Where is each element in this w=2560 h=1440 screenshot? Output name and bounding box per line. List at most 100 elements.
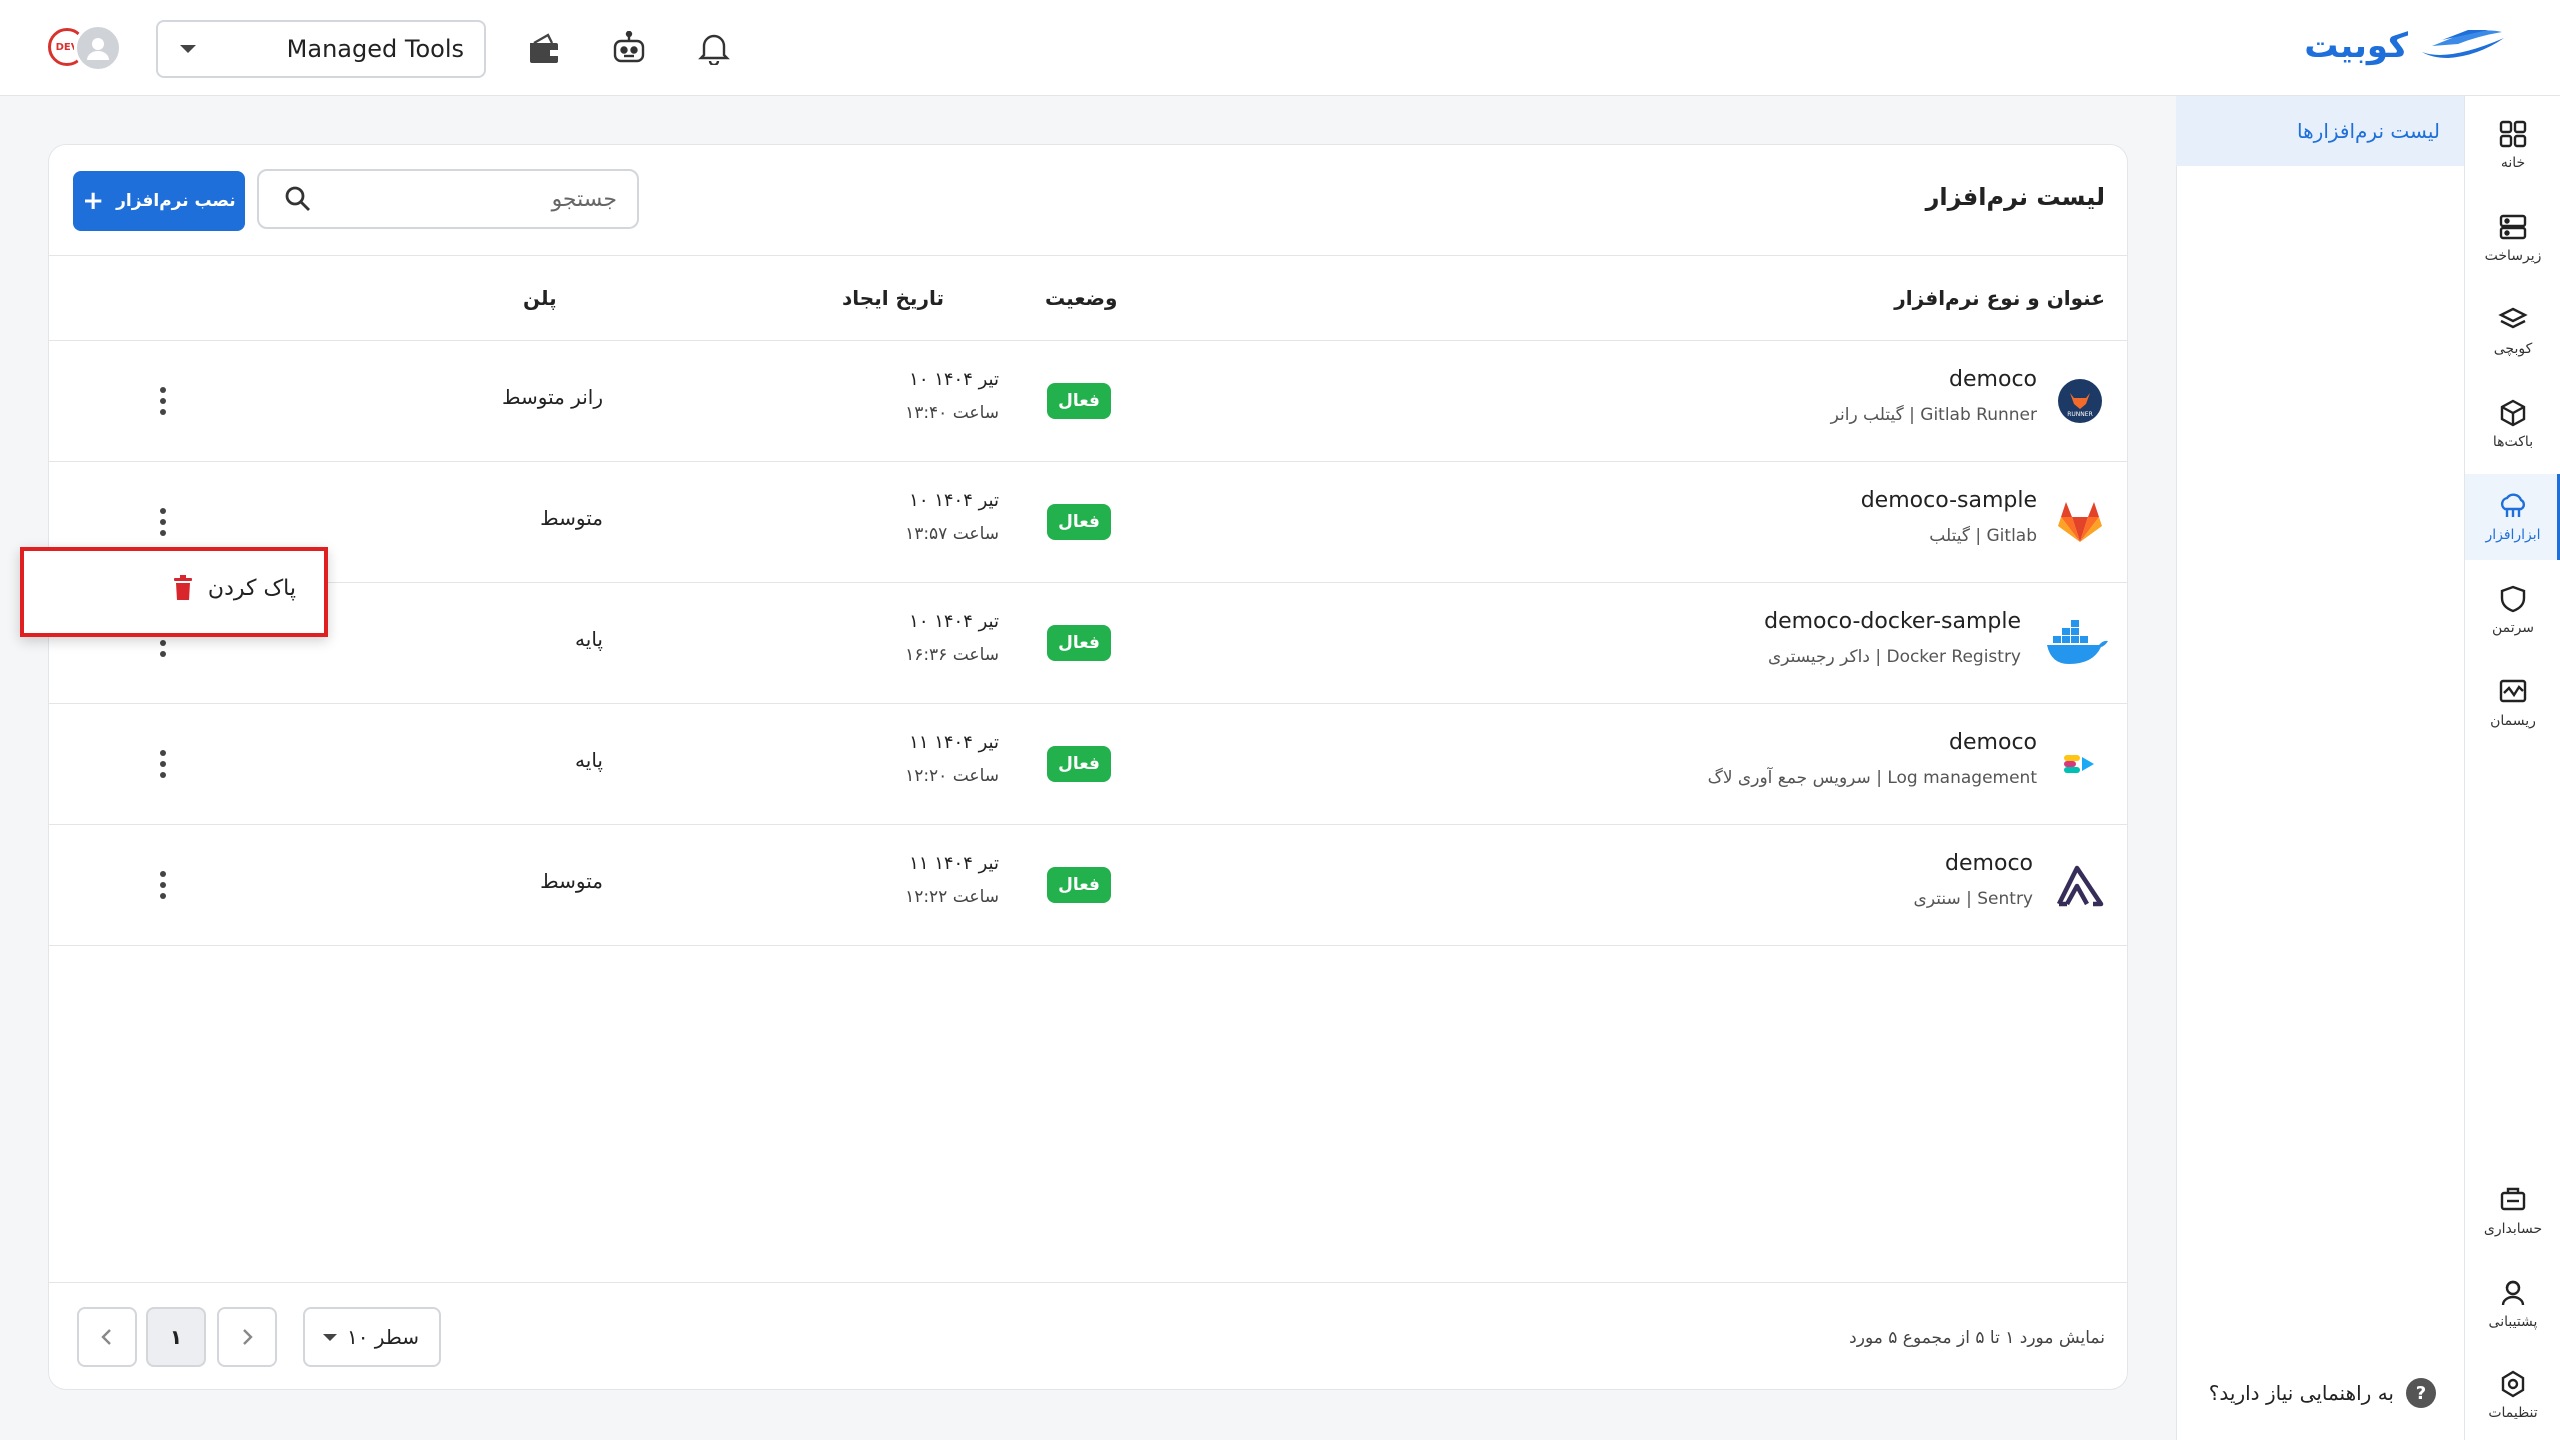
grid-icon [2499,120,2527,148]
install-software-button[interactable]: + نصب نرم‌افزار [73,171,245,231]
software-name[interactable]: democo [1949,730,2037,755]
software-name[interactable]: democo-docker-sample [1764,609,2021,634]
plan-value: متوسط [540,869,603,893]
table-row[interactable]: democo سنتری | Sentry فعال ۱۱ تیر ۱۴۰۴ س… [49,825,2127,946]
software-list-card: لیست نرم‌افزار + نصب نرم‌افزار عنوان و ن… [48,144,2128,1390]
prev-page-button[interactable] [77,1307,137,1367]
nav-item-infrastructure[interactable]: زیرساخت [2465,195,2560,281]
user-menu[interactable]: DEV [48,24,124,72]
chevron-down-icon [180,45,196,53]
brand-logo[interactable]: کوبیت [2304,26,2508,66]
user-icon [87,38,109,60]
help-link[interactable]: به راهنمایی نیاز دارید؟ ? [2209,1378,2436,1408]
nav-item-tools[interactable]: ابزارافزار [2465,474,2560,560]
table-header: عنوان و نوع نرم‌افزار وضعیت تاریخ ایجاد … [49,255,2127,341]
avatar[interactable] [74,24,122,72]
status-badge: فعال [1047,746,1111,782]
software-name[interactable]: democo-sample [1861,488,2037,513]
subnav-item-software-list[interactable]: لیست نرم‌افزارها [2176,96,2464,166]
table-row[interactable]: democo-docker-sample داکر رجیستری | Dock… [49,583,2127,704]
shield-icon [2500,585,2526,613]
elastic-icon [2055,739,2105,789]
search-box[interactable] [257,169,639,229]
settings-icon [2501,1370,2525,1398]
table-footer: نمایش مورد ۱ تا ۵ از مجموع ۵ مورد ۱۰ سطر… [49,1282,2127,1389]
sentry-icon [2055,860,2105,910]
rows-per-page-value: ۱۰ سطر [346,1325,419,1349]
table-row[interactable]: RUNNER democo گیتلب رانر | Gitlab Runner… [49,341,2127,462]
card-header: لیست نرم‌افزار + نصب نرم‌افزار [49,145,2127,255]
nav-item-label: پشتیبانی [2488,1314,2538,1330]
nav-item-support[interactable]: پشتیبانی [2465,1261,2560,1347]
software-name[interactable]: democo [1945,851,2033,876]
search-input[interactable] [357,186,617,212]
row-context-menu: پاک کردن [20,547,328,637]
nav-item-label: خانه [2500,155,2526,171]
created-date: ۱۱ تیر ۱۴۰۴ [909,853,999,874]
gitlab-icon [2055,497,2105,547]
nav-item-accounting[interactable]: حسابداری [2465,1168,2560,1254]
table-row[interactable]: democo سرویس جمع آوری لاگ | Log manageme… [49,704,2127,825]
gitlab-runner-icon: RUNNER [2055,376,2105,426]
install-button-label: نصب نرم‌افزار [116,191,236,211]
tool-selector-value: Managed Tools [286,35,464,63]
nav-item-label: سرتمن [2491,620,2535,636]
row-menu-kebab-icon[interactable] [153,744,173,784]
question-icon: ? [2406,1378,2436,1408]
row-menu-kebab-icon[interactable] [153,381,173,421]
created-time: ساعت ۱۲:۲۲ [905,887,999,907]
created-date: ۱۱ تیر ۱۴۰۴ [909,732,999,753]
nav-item-buckets[interactable]: باکت‌ها [2465,381,2560,467]
nav-item-risman[interactable]: ریسمان [2465,660,2560,746]
nav-item-label: باکت‌ها [2492,434,2534,450]
plan-value: رانر متوسط [502,385,603,409]
nav-item-home[interactable]: خانه [2465,102,2560,188]
tool-cloud-icon [2500,493,2525,517]
nav-item-label: ابزارافزار [2485,527,2541,543]
next-page-button[interactable] [217,1307,277,1367]
nav-item-settings[interactable]: تنظیمات [2465,1352,2560,1438]
trash-icon [173,575,192,600]
status-badge: فعال [1047,867,1111,903]
page-title: لیست نرم‌افزار [1925,183,2105,211]
software-type: داکر رجیستری | Docker Registry [1767,647,2021,667]
robot-icon[interactable] [609,28,649,68]
software-name[interactable]: democo [1949,367,2037,392]
row-menu-kebab-icon[interactable] [153,502,173,542]
col-status: وضعیت [1045,286,1118,310]
boat-logo-icon [2422,30,2504,58]
software-type: سنتری | Sentry [1913,889,2033,909]
created-time: ساعت ۱۲:۲۰ [905,766,999,786]
row-menu-kebab-icon[interactable] [153,865,173,905]
top-bar: کوبیت Managed Tools DEV [0,0,2560,96]
created-time: ساعت ۱۳:۴۰ [905,403,999,423]
cube-icon [2500,399,2526,427]
bell-icon[interactable] [694,28,734,68]
docker-icon [2045,618,2109,668]
accounting-icon [2500,1187,2526,1211]
nav-item-label: کوبچی [2493,341,2533,357]
plan-value: پایه [575,627,603,651]
delete-menu-item[interactable]: پاک کردن [172,575,296,601]
created-date: ۱۰ تیر ۱۴۰۴ [909,611,999,632]
software-type: سرویس جمع آوری لاگ | Log management [1707,768,2037,788]
tool-selector-dropdown[interactable]: Managed Tools [156,20,486,78]
nav-item-kubchi[interactable]: کوبچی [2465,288,2560,374]
created-date: ۱۰ تیر ۱۴۰۴ [909,369,999,390]
nav-item-label: تنظیمات [2488,1405,2538,1421]
plan-value: متوسط [540,506,603,530]
wallet-icon[interactable] [524,28,564,68]
svg-text:RUNNER: RUNNER [2067,411,2093,418]
rows-per-page-select[interactable]: ۱۰ سطر [303,1307,441,1367]
search-icon[interactable] [283,184,313,214]
page-button-current[interactable]: ۱ [146,1307,206,1367]
main-nav-rail: خانه زیرساخت کوبچی باکت‌ها ابزارافزار سر… [2464,96,2560,1440]
nav-item-sartaman[interactable]: سرتمن [2465,567,2560,653]
nav-item-label: زیرساخت [2484,248,2542,264]
created-time: ساعت ۱۶:۳۶ [905,645,999,665]
col-title-type: عنوان و نوع نرم‌افزار [1894,286,2105,310]
table-row[interactable]: democo-sample گیتلب | Gitlab فعال ۱۰ تیر… [49,462,2127,583]
help-label: به راهنمایی نیاز دارید؟ [2208,1381,2394,1405]
layers-icon [2498,307,2528,329]
nav-item-label: ریسمان [2490,713,2536,729]
